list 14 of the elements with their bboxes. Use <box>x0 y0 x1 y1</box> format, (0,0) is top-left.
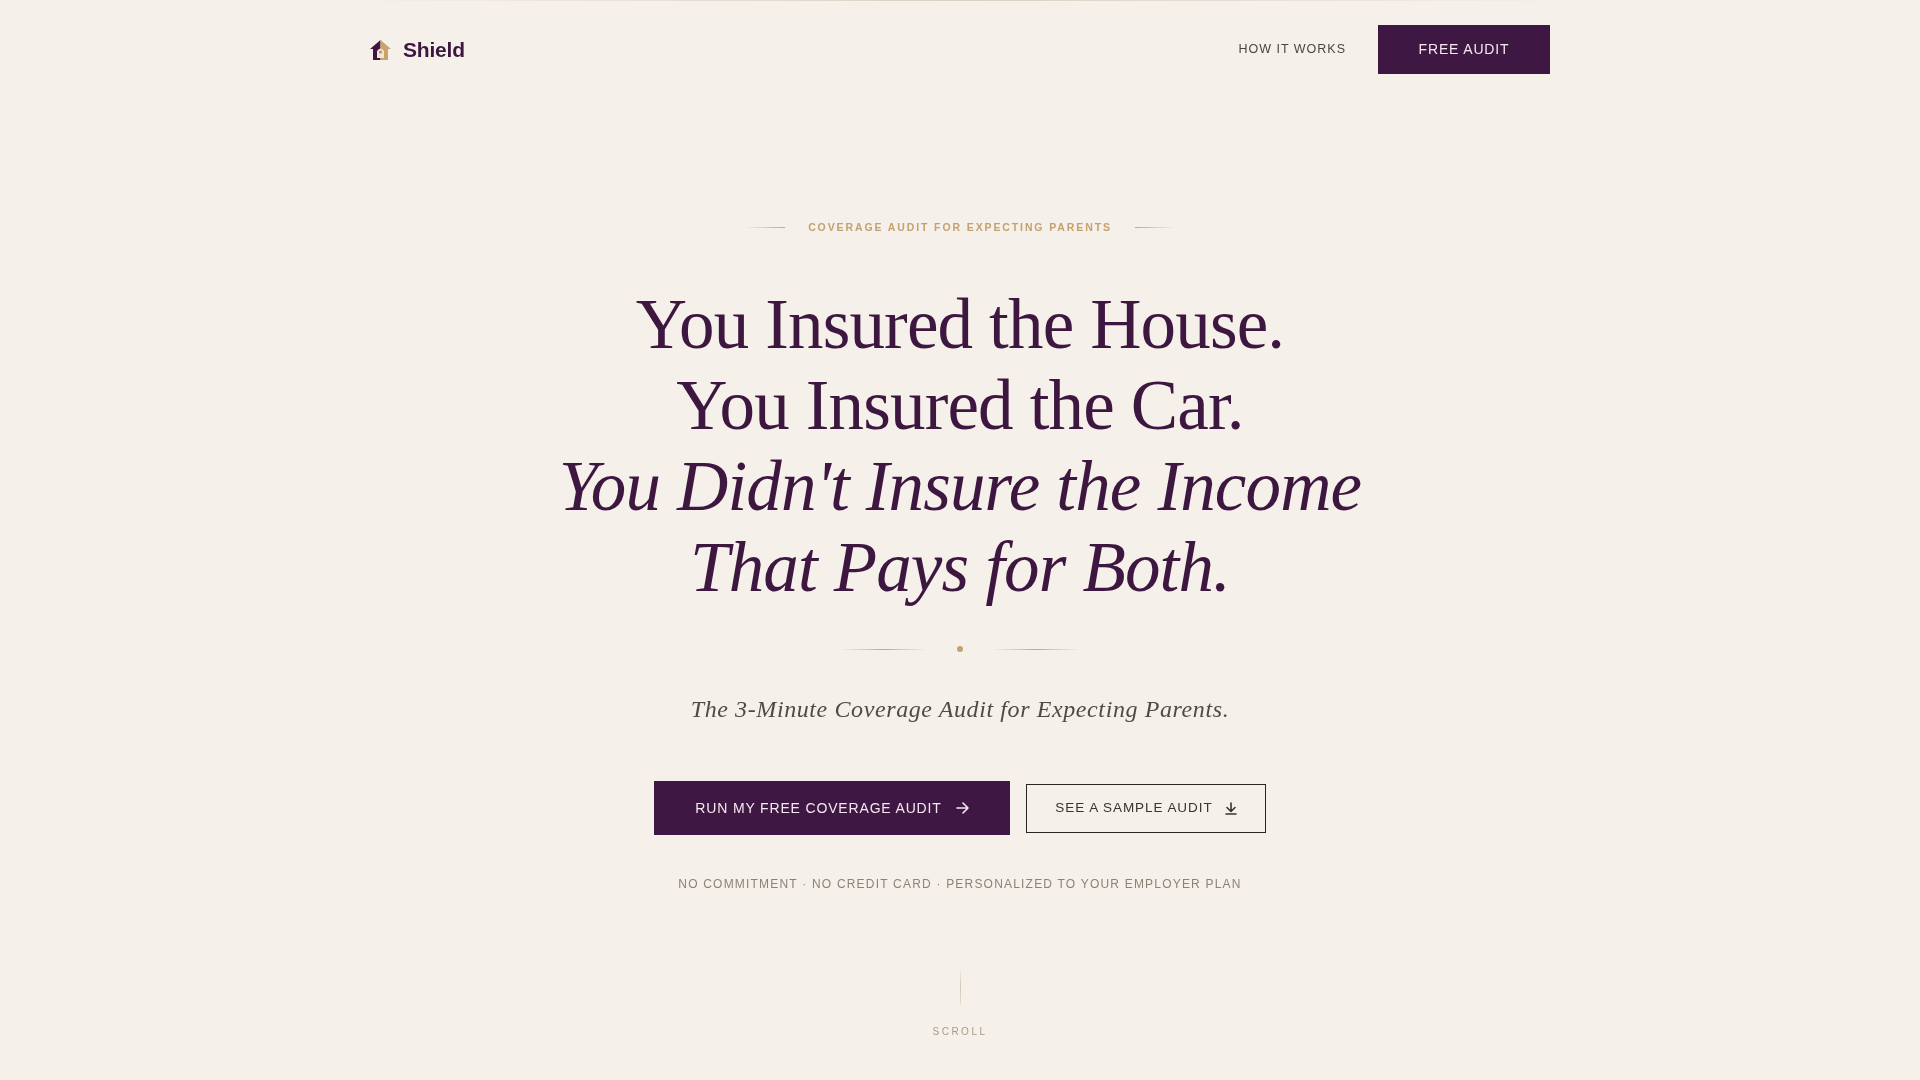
sample-audit-button[interactable]: SEE A SAMPLE AUDIT <box>1026 783 1266 833</box>
house-icon <box>370 39 391 60</box>
free-audit-button[interactable]: FREE AUDIT <box>1378 25 1550 74</box>
reassurance-note: NO COMMITMENT · NO CREDIT CARD · PERSONALIZED TO YOUR EMPLOYER PLAN <box>678 876 1242 893</box>
eyebrow-text: COVERAGE AUDIT FOR EXPECTING PARENTS <box>808 220 1112 235</box>
hero-subtitle: The 3-Minute Coverage Audit for Expecting Parents. <box>690 695 1230 724</box>
download-icon <box>1224 801 1237 815</box>
arrow-right-icon <box>955 802 969 814</box>
brand-name[interactable]: Shield <box>403 33 465 66</box>
nav-link[interactable]: HOW IT WORKS <box>1238 40 1346 59</box>
hero-headline: You Insured the House. You Insured the Car. You Didn't Insure the Income That Pays for Both. <box>558 284 1362 608</box>
run-audit-button[interactable]: RUN MY FREE COVERAGE AUDIT <box>654 781 1010 835</box>
scroll-hint: SCROLL <box>932 1025 988 1039</box>
divider-dot-icon <box>957 646 963 652</box>
